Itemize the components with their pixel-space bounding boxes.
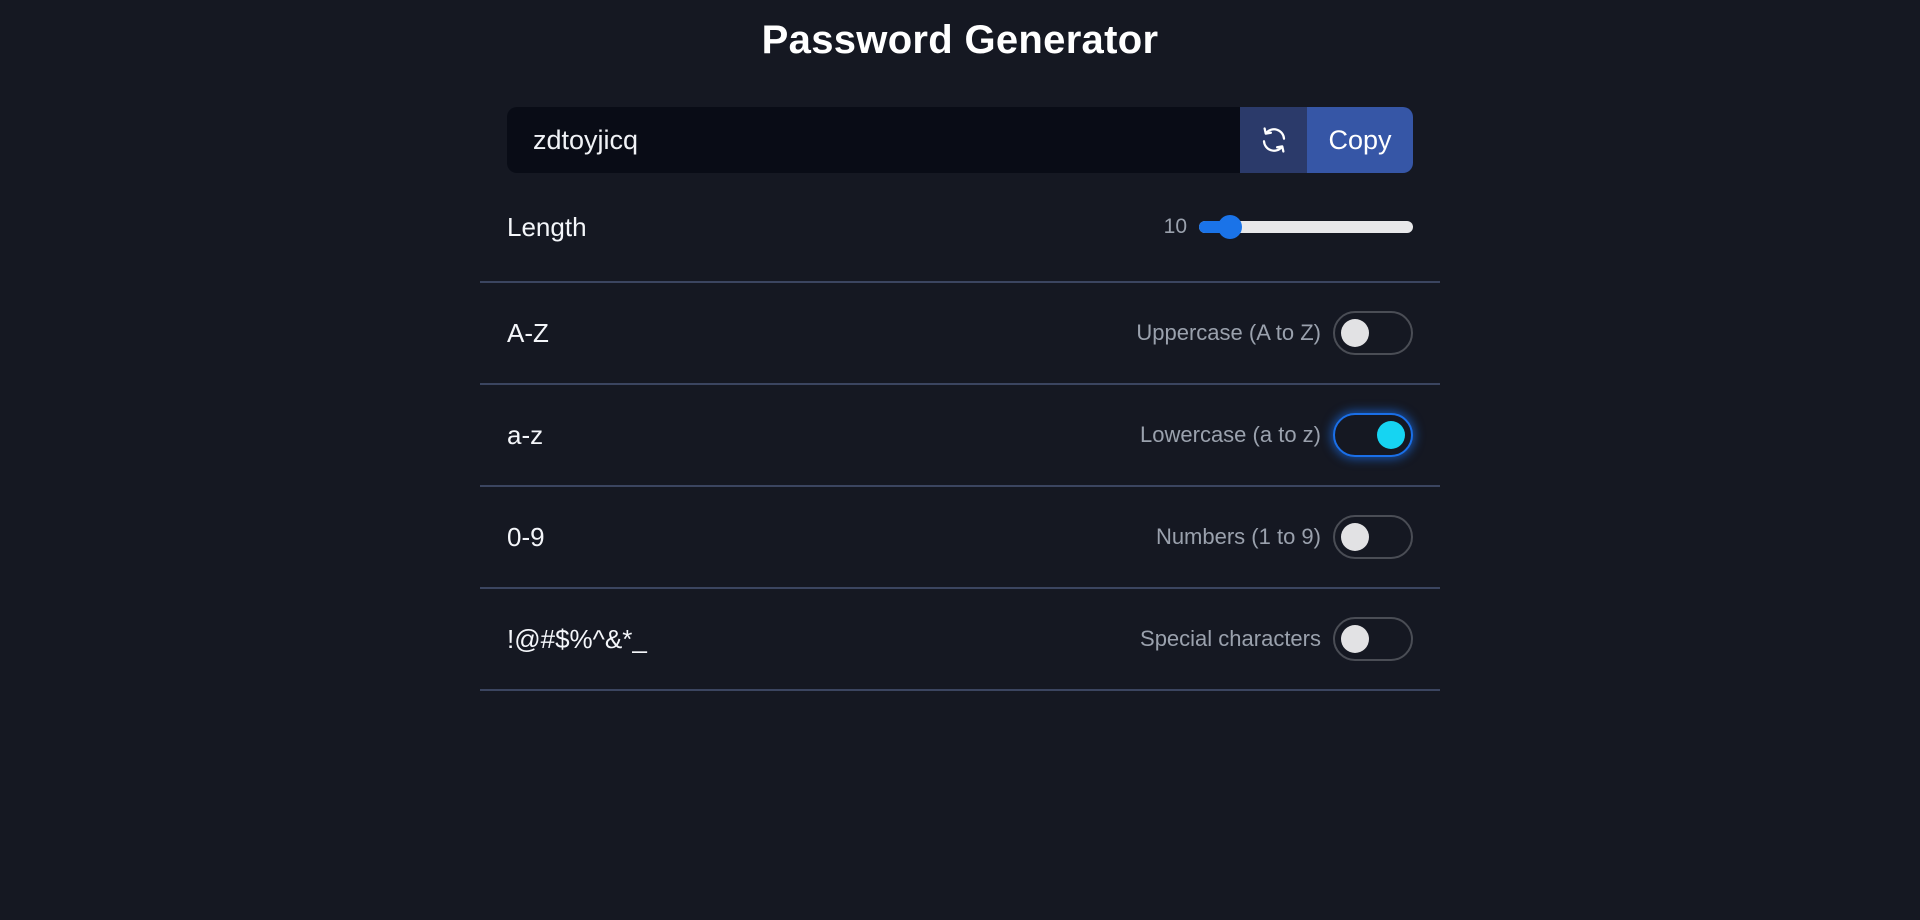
- refresh-icon: [1262, 127, 1285, 153]
- option-label: !@#$%^&*_: [507, 623, 647, 654]
- length-slider[interactable]: [1199, 215, 1413, 239]
- page-title: Password Generator: [761, 18, 1159, 62]
- option-row-numbers: 0-9 Numbers (1 to 9): [480, 487, 1440, 589]
- option-row-special: !@#$%^&*_ Special characters: [480, 589, 1440, 691]
- lowercase-toggle[interactable]: [1333, 413, 1413, 457]
- option-description: Special characters: [1140, 626, 1321, 651]
- option-label: A-Z: [507, 317, 549, 348]
- option-description: Lowercase (a to z): [1140, 422, 1321, 447]
- option-controls: Lowercase (a to z): [1140, 413, 1413, 457]
- generator-panel: zdtoyjicq Copy Length 10 A-Z Uppercase (…: [480, 107, 1440, 691]
- option-description: Uppercase (A to Z): [1136, 320, 1321, 345]
- option-label: a-z: [507, 419, 544, 450]
- toggle-knob: [1341, 319, 1369, 347]
- password-generator-page: Password Generator zdtoyjicq Copy Length…: [0, 0, 1920, 920]
- copy-button[interactable]: Copy: [1307, 107, 1413, 173]
- toggle-knob: [1341, 523, 1369, 551]
- option-controls: Uppercase (A to Z): [1136, 311, 1413, 355]
- refresh-button[interactable]: [1240, 107, 1307, 173]
- toggle-knob: [1341, 625, 1369, 653]
- toggle-knob: [1377, 421, 1405, 449]
- length-label: Length: [507, 211, 587, 242]
- numbers-toggle[interactable]: [1333, 515, 1413, 559]
- length-value: 10: [1163, 215, 1187, 238]
- option-controls: Numbers (1 to 9): [1156, 515, 1413, 559]
- special-characters-toggle[interactable]: [1333, 617, 1413, 661]
- length-row: Length 10: [480, 173, 1440, 283]
- length-controls: 10: [1164, 215, 1413, 239]
- slider-thumb[interactable]: [1218, 215, 1242, 239]
- option-description: Numbers (1 to 9): [1155, 524, 1321, 549]
- uppercase-toggle[interactable]: [1333, 311, 1413, 355]
- option-label: 0-9: [507, 521, 545, 552]
- password-bar: zdtoyjicq Copy: [507, 107, 1413, 173]
- option-controls: Special characters: [1140, 617, 1413, 661]
- option-row-lowercase: a-z Lowercase (a to z): [480, 385, 1440, 487]
- password-output[interactable]: zdtoyjicq: [507, 107, 1240, 173]
- option-row-uppercase: A-Z Uppercase (A to Z): [480, 283, 1440, 385]
